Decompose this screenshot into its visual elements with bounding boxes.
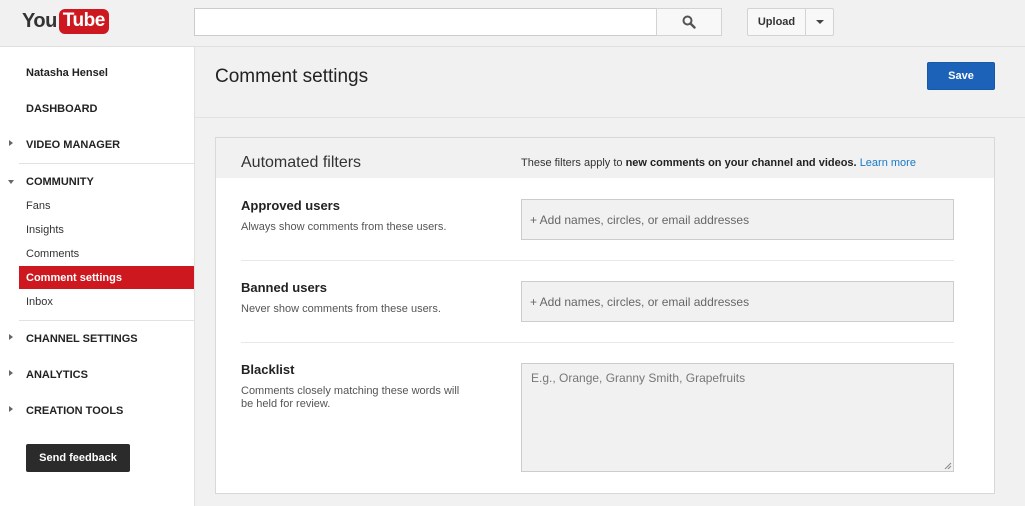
row-divider <box>241 342 954 343</box>
resize-grip-icon[interactable] <box>944 462 952 470</box>
logo-you-text: You <box>22 9 57 32</box>
blacklist-desc: Comments closely matching these words wi… <box>241 385 460 410</box>
send-feedback-button[interactable]: Send feedback <box>26 444 130 472</box>
row-divider <box>241 260 954 261</box>
upload-button[interactable]: Upload <box>747 8 806 36</box>
collapse-arrow-icon <box>8 180 14 184</box>
blacklist-title: Blacklist <box>241 362 295 377</box>
banned-users-title: Banned users <box>241 280 327 295</box>
sidebar-item-dashboard[interactable]: DASHBOARD <box>0 99 194 119</box>
panel-title: Automated filters <box>241 154 362 171</box>
expand-arrow-icon <box>9 370 13 376</box>
sidebar-divider <box>19 163 194 164</box>
expand-arrow-icon <box>9 334 13 340</box>
user-name[interactable]: Natasha Hensel <box>26 67 108 79</box>
expand-arrow-icon <box>9 140 13 146</box>
sidebar: Natasha Hensel DASHBOARD VIDEO MANAGER C… <box>0 47 195 506</box>
save-button[interactable]: Save <box>927 62 995 90</box>
main-content: Comment settings Save Automated filters … <box>195 47 1025 506</box>
panel-header: Automated filters These filters apply to… <box>216 138 994 178</box>
sidebar-item-label: CHANNEL SETTINGS <box>26 333 138 345</box>
youtube-logo[interactable]: You Tube <box>22 6 109 36</box>
approved-users-field[interactable]: + Add names, circles, or email addresses <box>521 199 954 240</box>
sidebar-item-video-manager[interactable]: VIDEO MANAGER <box>0 135 194 155</box>
search-button[interactable] <box>656 8 722 36</box>
upload-menu-button[interactable] <box>805 8 834 36</box>
sidebar-item-creation-tools[interactable]: CREATION TOOLS <box>0 401 194 421</box>
search-icon <box>682 15 696 29</box>
panel-note: These filters apply to new comments on y… <box>521 157 916 169</box>
automated-filters-panel: Automated filters These filters apply to… <box>215 137 995 494</box>
banned-users-desc: Never show comments from these users. <box>241 303 441 315</box>
banned-users-field[interactable]: + Add names, circles, or email addresses <box>521 281 954 322</box>
sidebar-item-comment-settings[interactable]: Comment settings <box>19 266 194 289</box>
chevron-down-icon <box>815 20 824 24</box>
blacklist-textarea[interactable]: E.g., Orange, Granny Smith, Grapefruits <box>521 363 954 472</box>
sidebar-item-analytics[interactable]: ANALYTICS <box>0 365 194 385</box>
sidebar-item-channel-settings[interactable]: CHANNEL SETTINGS <box>0 329 194 349</box>
approved-users-title: Approved users <box>241 198 340 213</box>
sidebar-item-fans[interactable]: Fans <box>19 194 194 217</box>
sidebar-item-inbox[interactable]: Inbox <box>19 290 194 313</box>
sidebar-item-label: DASHBOARD <box>26 103 98 115</box>
top-bar: You Tube Upload <box>0 0 1025 47</box>
panel-note-prefix: These filters apply to <box>521 157 626 169</box>
sidebar-item-insights[interactable]: Insights <box>19 218 194 241</box>
sidebar-item-label: COMMUNITY <box>26 176 94 188</box>
expand-arrow-icon <box>9 406 13 412</box>
sidebar-item-label: ANALYTICS <box>26 369 88 381</box>
title-divider <box>195 117 1025 118</box>
sidebar-item-label: VIDEO MANAGER <box>26 139 121 151</box>
sidebar-item-comments[interactable]: Comments <box>19 242 194 265</box>
search-input[interactable] <box>194 8 657 36</box>
page-title: Comment settings <box>215 66 369 87</box>
sidebar-item-label: CREATION TOOLS <box>26 405 124 417</box>
learn-more-link[interactable]: Learn more <box>860 157 916 169</box>
logo-tube-text: Tube <box>58 8 109 34</box>
approved-users-desc: Always show comments from these users. <box>241 221 447 233</box>
blacklist-placeholder: E.g., Orange, Granny Smith, Grapefruits <box>531 371 746 385</box>
panel-note-bold: new comments on your channel and videos. <box>625 157 857 169</box>
sidebar-item-community[interactable]: COMMUNITY <box>0 172 194 192</box>
sidebar-divider <box>19 320 194 321</box>
